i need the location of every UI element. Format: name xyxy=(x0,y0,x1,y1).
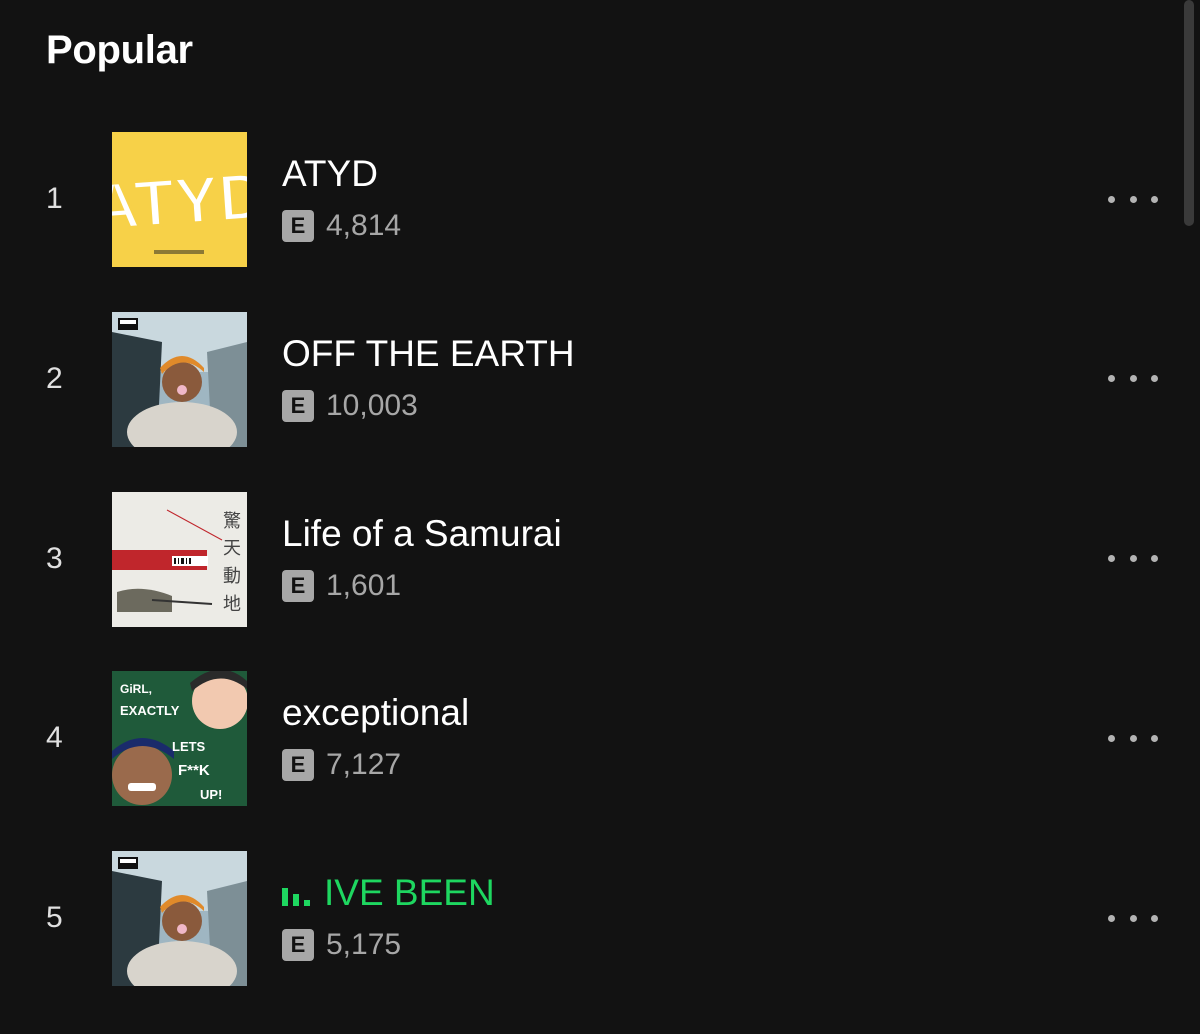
track-meta: E 5,175 xyxy=(282,928,401,962)
album-art[interactable]: GiRL, EXACTLY LETS F**K UP! xyxy=(112,671,247,807)
explicit-badge: E xyxy=(282,749,314,782)
track-row[interactable]: 3 驚 天 動 地 Life of a Samurai E 1,601 xyxy=(0,491,1200,627)
more-options-icon[interactable] xyxy=(1108,903,1158,933)
track-index: 5 xyxy=(46,901,63,935)
atyd-cover-art: ATYD xyxy=(112,132,247,267)
track-index: 1 xyxy=(46,182,63,215)
equalizer-icon xyxy=(282,888,310,907)
track-index: 3 xyxy=(46,541,63,575)
play-count: 5,175 xyxy=(326,928,402,962)
more-options-icon[interactable] xyxy=(1108,723,1158,753)
svg-text:EXACTLY: EXACTLY xyxy=(120,703,180,718)
svg-text:F**K: F**K xyxy=(178,762,210,779)
popular-tracks-page: Popular 1 ATYD ATYD E 4,814 2 OFF THE EA… xyxy=(0,0,1200,1034)
track-title[interactable]: ATYD xyxy=(282,152,378,196)
track-meta: E 1,601 xyxy=(282,569,401,603)
samurai-cover-art: 驚 天 動 地 xyxy=(112,491,247,627)
track-meta: E 4,814 xyxy=(282,209,401,243)
portrait-car-cover-art xyxy=(112,311,247,447)
explicit-badge: E xyxy=(282,389,314,422)
explicit-badge: E xyxy=(282,929,314,962)
track-title[interactable]: OFF THE EARTH xyxy=(282,332,575,376)
track-index: 4 xyxy=(46,721,63,755)
play-count: 7,127 xyxy=(326,748,402,782)
more-options-icon[interactable] xyxy=(1108,364,1158,394)
svg-text:UP!: UP! xyxy=(200,787,222,802)
svg-text:GiRL,: GiRL, xyxy=(120,682,152,696)
exceptional-cover-art: GiRL, EXACTLY LETS F**K UP! xyxy=(112,671,247,807)
svg-text:動: 動 xyxy=(223,566,241,586)
track-title[interactable]: IVE BEEN xyxy=(282,871,495,915)
album-art[interactable] xyxy=(112,311,247,447)
track-list: 1 ATYD ATYD E 4,814 2 OFF THE EARTH E 10… xyxy=(0,132,1200,1031)
track-row[interactable]: 4 GiRL, EXACTLY LETS F**K UP! exceptiona… xyxy=(0,671,1200,807)
track-row[interactable]: 1 ATYD ATYD E 4,814 xyxy=(0,132,1200,267)
track-title-text: IVE BEEN xyxy=(324,872,495,914)
svg-text:ATYD: ATYD xyxy=(112,158,247,244)
svg-text:LETS: LETS xyxy=(172,739,206,754)
play-count: 1,601 xyxy=(326,568,402,602)
scrollbar[interactable] xyxy=(1184,0,1194,226)
track-title[interactable]: exceptional xyxy=(282,691,469,735)
section-title: Popular xyxy=(46,28,193,72)
track-row-playing[interactable]: 5 IVE BEEN E 5,175 xyxy=(0,851,1200,987)
more-options-icon[interactable] xyxy=(1108,544,1158,574)
play-count: 4,814 xyxy=(326,209,402,242)
explicit-badge: E xyxy=(282,569,314,602)
album-art[interactable] xyxy=(112,851,247,987)
portrait-car-cover-art xyxy=(112,851,247,987)
album-art[interactable]: 驚 天 動 地 xyxy=(112,491,247,627)
track-title[interactable]: Life of a Samurai xyxy=(282,512,562,556)
track-meta: E 7,127 xyxy=(282,748,401,782)
track-index: 2 xyxy=(46,361,63,395)
more-options-icon[interactable] xyxy=(1108,184,1158,214)
explicit-badge: E xyxy=(282,210,314,242)
album-art[interactable]: ATYD xyxy=(112,132,247,267)
svg-text:天: 天 xyxy=(223,538,241,558)
play-count: 10,003 xyxy=(326,388,418,422)
svg-text:驚: 驚 xyxy=(223,511,241,531)
track-meta: E 10,003 xyxy=(282,389,418,423)
track-row[interactable]: 2 OFF THE EARTH E 10,003 xyxy=(0,311,1200,447)
svg-text:地: 地 xyxy=(223,594,241,614)
